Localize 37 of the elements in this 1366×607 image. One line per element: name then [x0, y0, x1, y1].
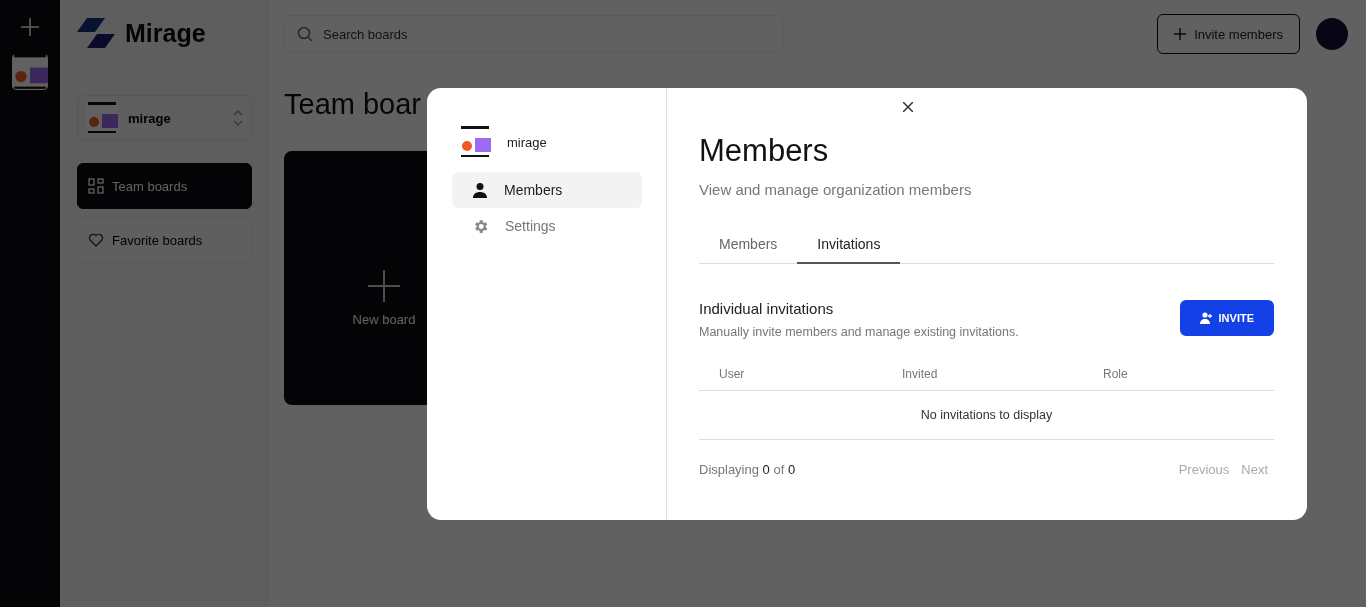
thumbnail-icon [86, 102, 118, 134]
plus-icon [1174, 28, 1187, 40]
tab[interactable]: Invitations [797, 236, 901, 264]
section-description: Manually invite members and manage existing invitations. [699, 325, 1019, 339]
displaying-count: Displaying 0 of 0 [699, 461, 796, 477]
chevron-updown-icon [233, 110, 243, 126]
org-name: mirage [128, 110, 172, 126]
add-person-icon [1199, 312, 1213, 324]
heart-icon [88, 232, 104, 248]
thumbnail-icon [12, 54, 48, 90]
logo-icon [77, 18, 115, 48]
thumbnail-icon [459, 126, 491, 158]
plus-icon[interactable] [21, 18, 39, 36]
nav-item[interactable]: Team boards [77, 163, 252, 209]
close-icon [903, 102, 913, 112]
org-name: mirage [507, 134, 547, 150]
empty-message: No invitations to display [920, 408, 1053, 422]
invite-members-button[interactable]: Invite members [1157, 14, 1300, 54]
search-icon [297, 26, 313, 42]
org-switcher[interactable]: mirage [77, 95, 252, 141]
invite-button[interactable]: INVITE [1179, 300, 1274, 336]
logo-text: Mirage [125, 18, 206, 48]
column-header: Invited [902, 366, 939, 381]
person-icon [472, 182, 488, 198]
gear-icon [472, 217, 489, 235]
section-title: Individual invitations [699, 300, 835, 317]
dialog-title: Members [699, 133, 830, 169]
grid-icon [88, 178, 104, 194]
page-heading: Team boar [284, 88, 421, 121]
column-header: User [719, 366, 746, 381]
dialog-nav-item[interactable]: Members [452, 172, 642, 208]
tab[interactable]: Members [699, 236, 798, 264]
dialog-subtitle: View and manage organization members [699, 181, 973, 198]
plus-icon [368, 269, 400, 302]
avatar[interactable] [1316, 18, 1348, 50]
search-field[interactable]: Search boards [284, 15, 784, 53]
column-header: Role [1103, 366, 1129, 381]
